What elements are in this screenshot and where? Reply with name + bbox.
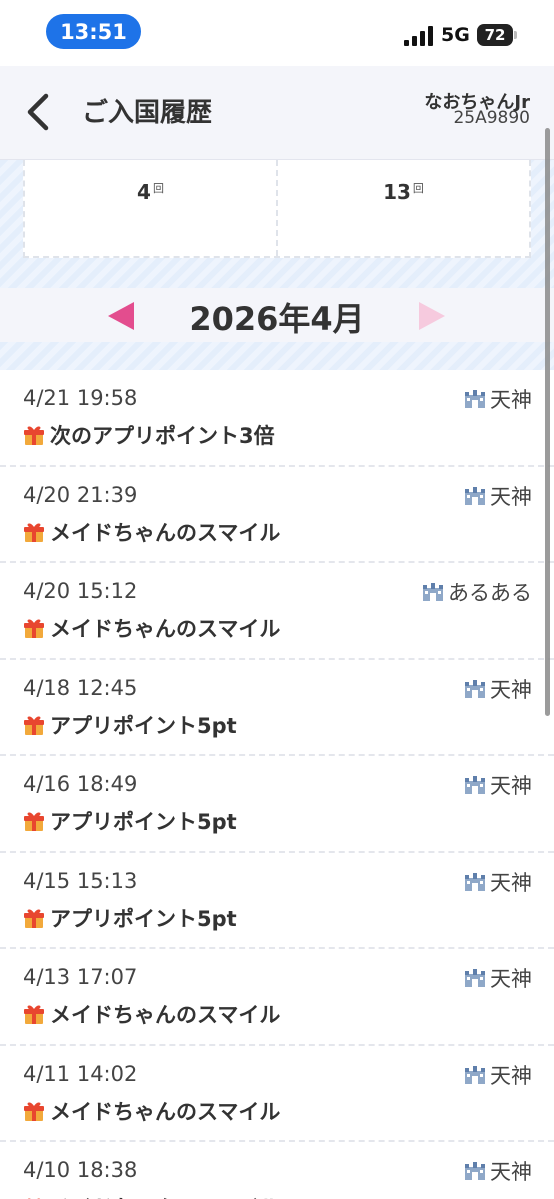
status-time: 13:51	[46, 14, 141, 49]
back-button[interactable]	[22, 90, 56, 134]
visit-location: 天神	[464, 674, 532, 704]
prev-month-button[interactable]	[108, 302, 134, 330]
visit-datetime: 4/11 14:02	[23, 1061, 138, 1086]
visit-row[interactable]: 4/13 17:07 天神メイドちゃんのスマイル	[0, 949, 554, 1046]
visit-datetime: 4/15 15:13	[23, 868, 138, 893]
visit-row[interactable]: 4/20 15:12 あるあるメイドちゃんのスマイル	[0, 563, 554, 660]
visit-reward: アプリポイント5pt	[23, 710, 237, 740]
visit-reward: メイドちゃんのスマイル	[23, 1192, 280, 1199]
visit-row[interactable]: 4/20 21:39 天神メイドちゃんのスマイル	[0, 467, 554, 563]
visit-datetime: 4/16 18:49	[23, 772, 138, 796]
page-title: ご入国履歴	[82, 98, 213, 128]
visit-reward-label: メイドちゃんのスマイル	[50, 1003, 281, 1027]
scrollbar[interactable]	[545, 128, 550, 716]
summary-unit: 回	[152, 182, 164, 195]
visit-row[interactable]: 4/16 18:49 天神アプリポイント5pt	[0, 756, 554, 853]
gift-icon	[24, 619, 44, 638]
visit-row[interactable]: 4/18 12:45 天神アプリポイント5pt	[0, 660, 554, 756]
visit-list[interactable]: 4/21 19:58 天神 次のアプリポイント3倍 4/20 21:39 天神 メイドちゃ…	[0, 370, 554, 1199]
summary-cell: 4 回	[25, 160, 276, 256]
visit-location: あるある	[422, 577, 532, 607]
summary-value: 13	[383, 180, 411, 204]
visit-location-label: 天神	[490, 388, 532, 412]
visit-datetime: 4/20 21:39	[23, 482, 138, 507]
visit-location-label: 天神	[490, 1063, 532, 1088]
castle-icon	[465, 1065, 485, 1084]
next-month-button[interactable]	[419, 302, 445, 330]
visit-location: 天神	[464, 1156, 532, 1186]
visit-reward-label: 次のアプリポイント3倍	[50, 424, 275, 448]
visit-location: 天神	[464, 481, 532, 511]
summary-band: 4 回 13 回	[0, 160, 554, 288]
visit-location: 天神	[464, 963, 532, 993]
gift-icon	[24, 1005, 44, 1024]
gift-icon	[24, 523, 44, 542]
visit-datetime: 4/13 17:07	[23, 965, 138, 989]
battery-cap	[514, 31, 517, 39]
gift-icon	[24, 1102, 44, 1121]
visit-reward-label: メイドちゃんのスマイル	[50, 520, 281, 545]
visit-reward-label: メイドちゃんのスマイル	[50, 1192, 280, 1199]
visit-reward: メイドちゃんのスマイル	[23, 613, 280, 643]
castle-icon	[465, 969, 485, 987]
visit-reward: アプリポイント5pt	[23, 903, 237, 933]
visit-row[interactable]: 4/10 18:38 天神メイドちゃんのスマイル	[0, 1142, 554, 1199]
visit-reward: アプリポイント5pt	[23, 806, 237, 836]
visit-reward-label: アプリポイント5pt	[50, 906, 237, 931]
visit-location-label: あるある	[448, 581, 532, 605]
castle-icon	[465, 679, 485, 698]
visit-location: 天神	[464, 1060, 532, 1090]
castle-icon	[465, 872, 485, 891]
month-band-divider	[0, 342, 554, 370]
visit-row[interactable]: 4/21 19:58 天神次のアプリポイント3倍	[0, 370, 554, 467]
battery-level: 72	[477, 24, 513, 46]
visit-location-label: 天神	[490, 1160, 532, 1184]
visit-location-label: 天神	[490, 967, 532, 991]
gift-icon	[24, 812, 44, 831]
month-nav: 2026年4月	[0, 288, 554, 342]
visit-reward-label: メイドちゃんのスマイル	[50, 617, 281, 641]
summary-box: 4 回 13 回	[23, 160, 531, 258]
summary-unit: 回	[412, 182, 424, 195]
visit-datetime: 4/21 19:58	[23, 386, 138, 410]
visit-location-label: 天神	[490, 484, 532, 509]
signal-icon	[404, 26, 433, 46]
visit-reward-label: アプリポイント5pt	[50, 810, 237, 834]
visit-location-label: 天神	[490, 870, 532, 895]
status-bar: 13:51 5G 72	[0, 0, 554, 66]
visit-location-label: 天神	[490, 677, 532, 702]
back-arrow-icon	[27, 93, 49, 131]
visit-location-label: 天神	[490, 774, 532, 798]
battery-icon: 72	[477, 24, 517, 46]
visit-reward: メイドちゃんのスマイル	[23, 1096, 280, 1126]
gift-icon	[24, 716, 44, 735]
castle-icon	[465, 776, 485, 794]
month-label: 2026年4月	[189, 300, 365, 338]
gift-icon	[24, 426, 44, 445]
visit-reward: メイドちゃんのスマイル	[23, 517, 280, 547]
visit-location: 天神	[464, 770, 532, 800]
summary-value: 4	[137, 180, 151, 204]
network-label: 5G	[441, 24, 470, 46]
visit-datetime: 4/18 12:45	[23, 675, 138, 700]
visit-reward: 次のアプリポイント3倍	[23, 420, 275, 450]
visit-reward-label: メイドちゃんのスマイル	[50, 1099, 281, 1124]
summary-cell: 13 回	[276, 160, 529, 256]
visit-location: 天神	[464, 384, 532, 414]
gift-icon	[24, 909, 44, 928]
castle-icon	[423, 583, 443, 601]
visit-reward: メイドちゃんのスマイル	[23, 999, 280, 1029]
visit-row[interactable]: 4/15 15:13 天神アプリポイント5pt	[0, 853, 554, 949]
user-id: 25A9890	[453, 108, 530, 128]
page-header: ご入国履歴 なおちゃんJr 25A9890	[0, 66, 554, 160]
visit-datetime: 4/10 18:38	[23, 1158, 138, 1182]
visit-reward-label: アプリポイント5pt	[50, 713, 237, 738]
castle-icon	[465, 390, 485, 408]
castle-icon	[465, 486, 485, 505]
castle-icon	[465, 1162, 485, 1180]
visit-datetime: 4/20 15:12	[23, 579, 138, 603]
visit-location: 天神	[464, 867, 532, 897]
visit-row[interactable]: 4/11 14:02 天神メイドちゃんのスマイル	[0, 1046, 554, 1142]
